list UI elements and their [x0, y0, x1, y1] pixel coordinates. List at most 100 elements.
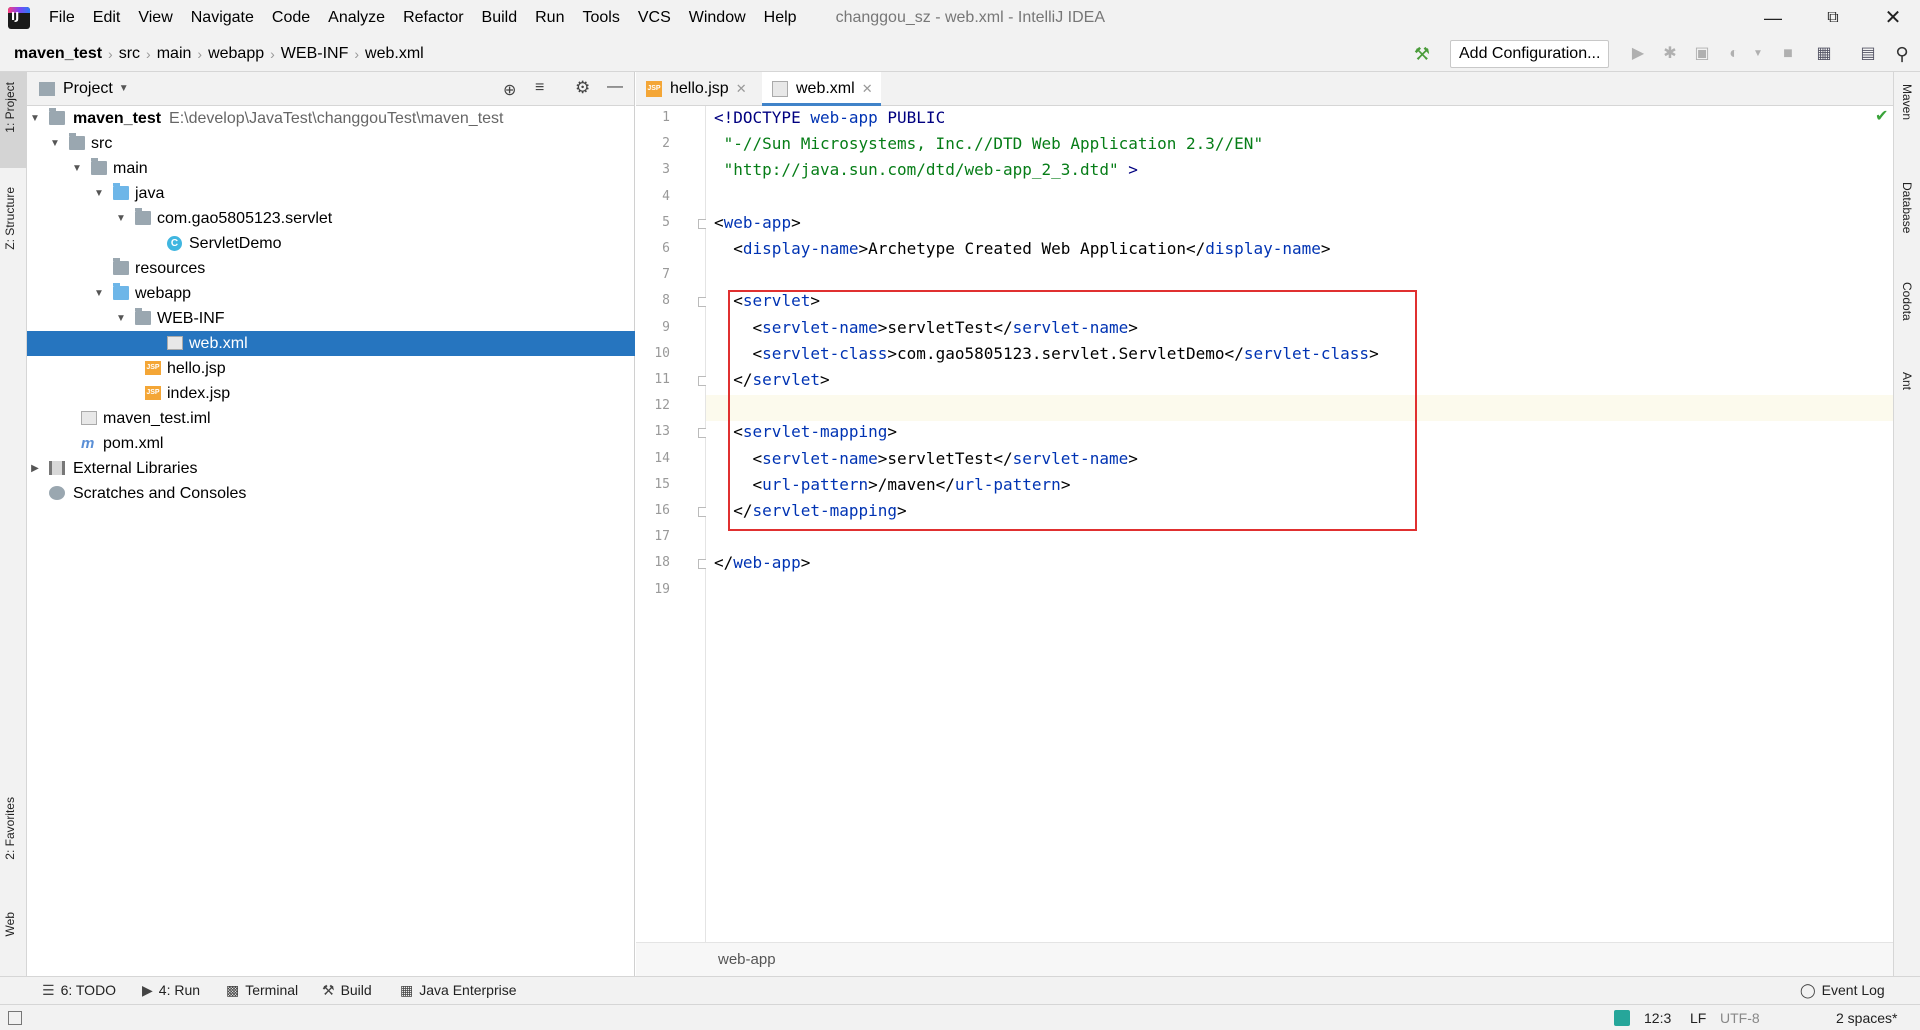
- project-structure-icon[interactable]: ▦: [1814, 44, 1834, 64]
- tab-favorites[interactable]: 2: Favorites: [3, 797, 17, 860]
- tab-web[interactable]: Web: [3, 912, 17, 936]
- restore-icon[interactable]: ⧉: [1810, 0, 1856, 36]
- line-number: 18: [654, 555, 670, 571]
- tab-structure[interactable]: Z: Structure: [3, 187, 17, 250]
- run-icon[interactable]: ▶: [1628, 44, 1648, 64]
- expand-arrow-icon[interactable]: ▼: [71, 156, 83, 181]
- run-button[interactable]: ▶ 4: Run: [142, 982, 200, 999]
- build-button[interactable]: ⚒ Build: [322, 982, 372, 999]
- module-folder-icon: [49, 108, 65, 125]
- menu-navigate[interactable]: Navigate: [182, 0, 263, 36]
- tree-item-webapp[interactable]: ▼ webapp: [27, 281, 635, 306]
- breadcrumb-webapp[interactable]: webapp: [202, 45, 270, 63]
- tree-item-pom-xml[interactable]: m pom.xml: [27, 431, 635, 456]
- menu-code[interactable]: Code: [263, 0, 319, 36]
- tree-item-servletdemo[interactable]: C ServletDemo: [27, 231, 635, 256]
- tab-hello-jsp[interactable]: JSP hello.jsp ✕: [636, 72, 755, 106]
- breadcrumb-project[interactable]: maven_test: [8, 45, 108, 63]
- line-number: 14: [654, 450, 670, 466]
- menu-refactor[interactable]: Refactor: [394, 0, 472, 36]
- tab-web-xml[interactable]: web.xml ✕: [762, 72, 881, 106]
- tree-label: main: [113, 160, 148, 177]
- editor-breadcrumb[interactable]: web-app: [718, 951, 776, 968]
- terminal-icon: ▩: [226, 982, 240, 998]
- expand-arrow-icon[interactable]: ▼: [29, 106, 41, 131]
- codota-icon[interactable]: [1614, 1010, 1630, 1026]
- terminal-button[interactable]: ▩ Terminal: [226, 982, 298, 999]
- event-log-button[interactable]: ◯ Event Log: [1800, 982, 1885, 999]
- profile-icon[interactable]: ◐: [1724, 44, 1744, 64]
- stop-icon[interactable]: ■: [1778, 44, 1798, 64]
- tree-item-external-libraries[interactable]: ▶ External Libraries: [27, 456, 635, 481]
- close-tab-icon[interactable]: ✕: [862, 72, 873, 106]
- menu-help[interactable]: Help: [755, 0, 806, 36]
- expand-arrow-icon[interactable]: ▼: [93, 181, 105, 206]
- menu-build[interactable]: Build: [473, 0, 527, 36]
- breadcrumb-web-xml[interactable]: web.xml: [359, 45, 430, 63]
- gear-icon[interactable]: ⚙: [575, 78, 590, 98]
- expand-arrow-icon[interactable]: ▼: [115, 306, 127, 331]
- presentation-icon[interactable]: ▤: [1858, 44, 1878, 64]
- close-tab-icon[interactable]: ✕: [736, 72, 747, 106]
- tree-item-java[interactable]: ▼ java: [27, 181, 635, 206]
- menu-window[interactable]: Window: [680, 0, 755, 36]
- menu-file[interactable]: File: [40, 0, 84, 36]
- expand-arrow-icon[interactable]: ▶: [29, 456, 41, 481]
- tree-item-iml[interactable]: maven_test.iml: [27, 406, 635, 431]
- tree-item-resources[interactable]: resources: [27, 256, 635, 281]
- tree-item-main[interactable]: ▼ main: [27, 156, 635, 181]
- breadcrumb-src[interactable]: src: [113, 45, 146, 63]
- menu-vcs[interactable]: VCS: [629, 0, 680, 36]
- tree-item-scratches[interactable]: Scratches and Consoles: [27, 481, 635, 506]
- todo-button[interactable]: ☰ 6: TODO: [42, 982, 116, 999]
- close-window-icon[interactable]: ✕: [1870, 0, 1916, 36]
- search-icon[interactable]: ⚲: [1892, 44, 1912, 64]
- menu-run[interactable]: Run: [526, 0, 573, 36]
- menu-view[interactable]: View: [129, 0, 181, 36]
- profile-dropdown-icon[interactable]: ▼: [1748, 44, 1768, 64]
- coverage-icon[interactable]: ▣: [1692, 44, 1712, 64]
- tree-label: Scratches and Consoles: [73, 485, 247, 502]
- menu-tools[interactable]: Tools: [573, 0, 628, 36]
- menu-edit[interactable]: Edit: [84, 0, 130, 36]
- tab-database[interactable]: Database: [1900, 182, 1914, 233]
- tab-ant[interactable]: Ant: [1900, 372, 1914, 390]
- project-panel: Project ▼ ⊕ ≡ ⚙ — ▼ maven_test E:\develop…: [27, 72, 635, 976]
- code-token: PUBLIC: [877, 108, 946, 127]
- debug-icon[interactable]: ✱: [1660, 44, 1680, 64]
- code-token: display-name: [1205, 239, 1321, 258]
- chevron-down-icon[interactable]: ▼: [119, 83, 129, 94]
- tree-item-package[interactable]: ▼ com.gao5805123.servlet: [27, 206, 635, 231]
- caret-position[interactable]: 12:3: [1644, 1010, 1671, 1026]
- java-enterprise-button[interactable]: ▦ Java Enterprise: [400, 982, 517, 999]
- expand-arrow-icon[interactable]: ▼: [115, 206, 127, 231]
- library-icon: [49, 461, 65, 475]
- tab-maven[interactable]: Maven: [1900, 84, 1914, 120]
- tree-item-index-jsp[interactable]: JSP index.jsp: [27, 381, 635, 406]
- project-view-selector[interactable]: Project: [63, 80, 113, 98]
- locate-icon[interactable]: ⊕: [503, 80, 516, 100]
- add-configuration-button[interactable]: Add Configuration...: [1450, 40, 1610, 68]
- expand-arrow-icon[interactable]: ▼: [49, 131, 61, 156]
- tree-item-web-inf[interactable]: ▼ WEB-INF: [27, 306, 635, 331]
- menu-bar: File Edit View Navigate Code Analyze Ref…: [0, 0, 1920, 36]
- breadcrumb-web-inf[interactable]: WEB-INF: [275, 45, 355, 63]
- tree-item-hello-jsp[interactable]: JSP hello.jsp: [27, 356, 635, 381]
- indent-setting[interactable]: 2 spaces*: [1836, 1010, 1897, 1026]
- tree-item-maven-test[interactable]: ▼ maven_test E:\develop\JavaTest\changgou…: [27, 106, 635, 131]
- hide-panel-icon[interactable]: —: [607, 78, 623, 96]
- menu-analyze[interactable]: Analyze: [319, 0, 394, 36]
- minimize-icon[interactable]: —: [1750, 0, 1796, 36]
- line-separator[interactable]: LF: [1690, 1010, 1706, 1026]
- tree-item-src[interactable]: ▼ src: [27, 131, 635, 156]
- file-encoding[interactable]: UTF-8: [1720, 1010, 1760, 1026]
- breadcrumb-main[interactable]: main: [151, 45, 198, 63]
- tab-project[interactable]: 1: Project: [3, 82, 17, 133]
- toggle-tool-windows-icon[interactable]: [8, 1011, 22, 1025]
- scratches-icon: [49, 486, 65, 500]
- collapse-all-icon[interactable]: ≡: [535, 79, 544, 97]
- tree-item-web-xml[interactable]: web.xml: [27, 331, 635, 356]
- tab-codota[interactable]: Codota: [1900, 282, 1914, 321]
- build-hammer-icon[interactable]: ⚒: [1412, 44, 1432, 64]
- expand-arrow-icon[interactable]: ▼: [93, 281, 105, 306]
